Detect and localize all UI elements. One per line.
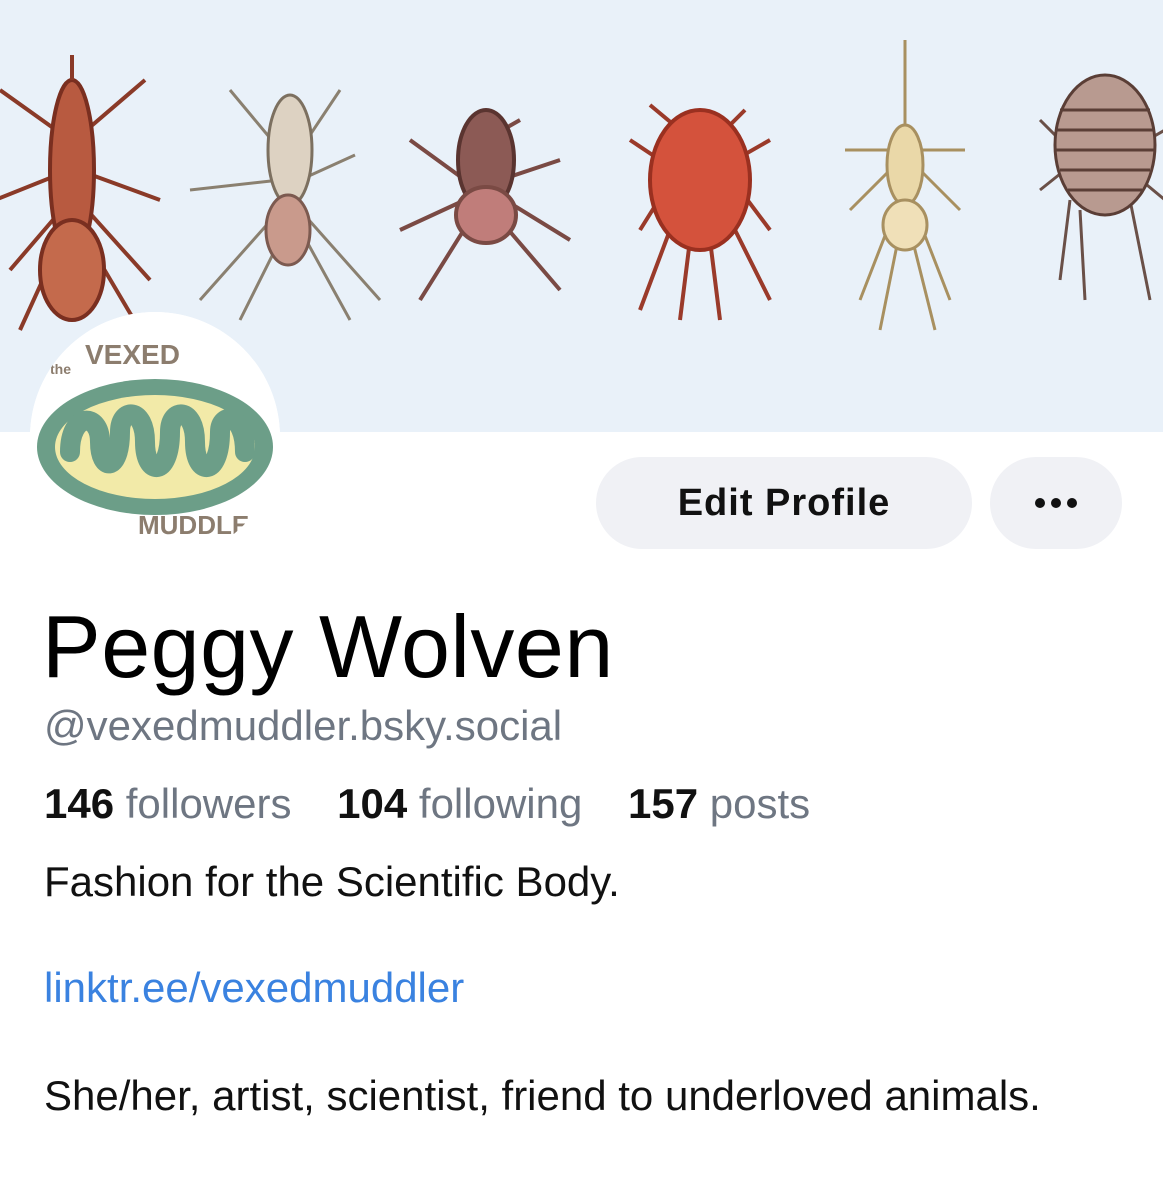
vexed-muddler-logo: the VEXED MUDDLE xyxy=(30,312,280,562)
profile-stats: 146 followers 104 following 157 posts xyxy=(44,778,844,830)
bio-line: Fashion for the Scientific Body. xyxy=(44,858,620,905)
more-icon xyxy=(1035,498,1077,508)
svg-text:VEXED: VEXED xyxy=(85,339,180,370)
svg-text:the: the xyxy=(50,361,71,377)
following-stat[interactable]: 104 following xyxy=(337,778,582,830)
followers-stat[interactable]: 146 followers xyxy=(44,778,291,830)
posts-label: posts xyxy=(709,780,811,827)
posts-stat: 157 posts xyxy=(628,778,810,830)
mite-brown xyxy=(399,108,572,302)
edit-profile-button[interactable]: Edit Profile xyxy=(596,457,972,549)
posts-count: 157 xyxy=(628,780,699,827)
mite-red-velvet xyxy=(628,103,772,321)
followers-count: 146 xyxy=(44,780,115,827)
mite-red-long xyxy=(0,55,161,332)
following-count: 104 xyxy=(337,780,408,827)
followers-label: followers xyxy=(125,780,292,827)
bio-line: She/her, artist, scientist, friend to un… xyxy=(44,1072,1041,1119)
mite-pale-long xyxy=(845,40,965,331)
mite-pale xyxy=(189,89,382,321)
profile-link[interactable]: linktr.ee/vexedmuddler xyxy=(44,962,464,1014)
following-label: following xyxy=(418,780,583,827)
svg-text:MUDDLE: MUDDLE xyxy=(138,510,249,540)
profile-avatar[interactable]: the VEXED MUDDLE xyxy=(30,312,280,562)
profile-handle: @vexedmuddler.bsky.social xyxy=(44,702,563,749)
display-name: Peggy Wolven xyxy=(42,597,614,696)
more-options-button[interactable] xyxy=(990,457,1122,549)
mite-striped xyxy=(1038,73,1163,301)
